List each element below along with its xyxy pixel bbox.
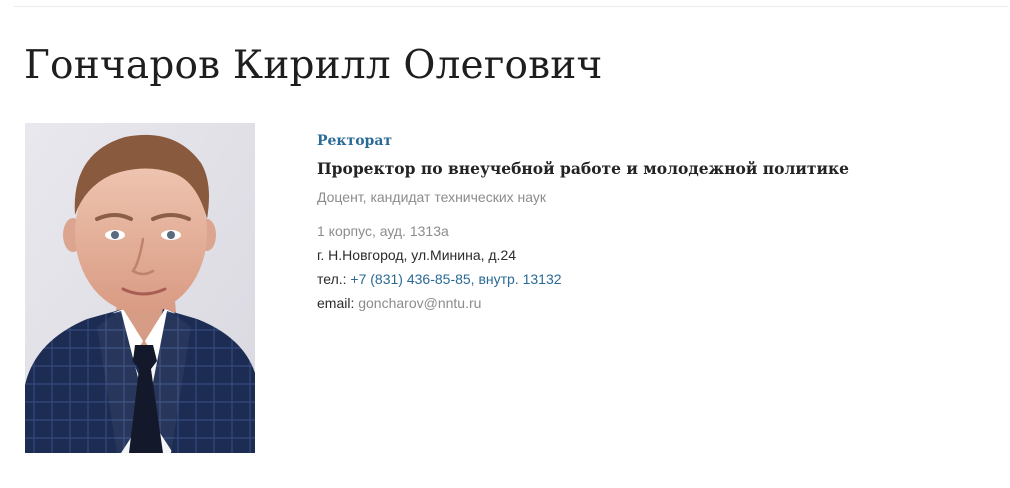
- phone-link[interactable]: +7 (831) 436-85-85, внутр. 13132: [350, 271, 561, 287]
- office-room: 1 корпус, ауд. 1313а: [317, 223, 449, 239]
- email-row: email: goncharov@nntu.ru: [317, 293, 997, 313]
- phone-row: тел.: +7 (831) 436-85-85, внутр. 13132: [317, 269, 997, 289]
- staff-profile-page: Гончаров Кирилл Олегович Ректорат Прорек…: [0, 0, 1010, 488]
- page-title: Гончаров Кирилл Олегович: [24, 43, 603, 88]
- phone-label: тел.:: [317, 271, 351, 287]
- address: г. Н.Новгород, ул.Минина, д.24: [317, 247, 517, 263]
- profile-photo: [25, 123, 255, 453]
- email-label: email:: [317, 295, 359, 311]
- academic-degree: Доцент, кандидат технических наук: [317, 189, 547, 205]
- top-divider: [14, 6, 1008, 7]
- position-title: Проректор по внеучебной работе и молодеж…: [317, 159, 850, 178]
- department-link[interactable]: Ректорат: [317, 130, 392, 152]
- profile-info: Ректорат Проректор по внеучебной работе …: [317, 130, 997, 313]
- email-link[interactable]: goncharov@nntu.ru: [358, 295, 481, 311]
